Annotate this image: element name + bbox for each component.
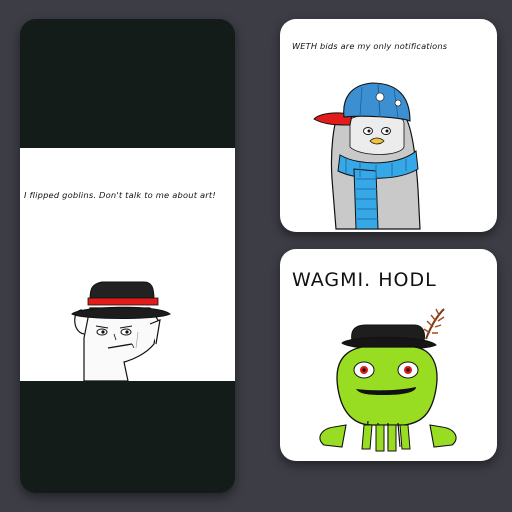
- comic-panel: I flipped goblins. Don't talk to me abou…: [20, 148, 235, 381]
- green-goblin-with-feather-hat-icon: [319, 308, 457, 452]
- nft-card-penguin[interactable]: WETH bids are my only notifications: [280, 19, 497, 232]
- nft-card-goblin-art[interactable]: I flipped goblins. Don't talk to me abou…: [20, 19, 235, 493]
- goblin-with-hat-icon: [71, 281, 171, 381]
- nft-card-green-goblin[interactable]: WAGMI. HODL: [280, 249, 497, 461]
- penguin-with-cap-and-scarf-icon: [313, 82, 421, 230]
